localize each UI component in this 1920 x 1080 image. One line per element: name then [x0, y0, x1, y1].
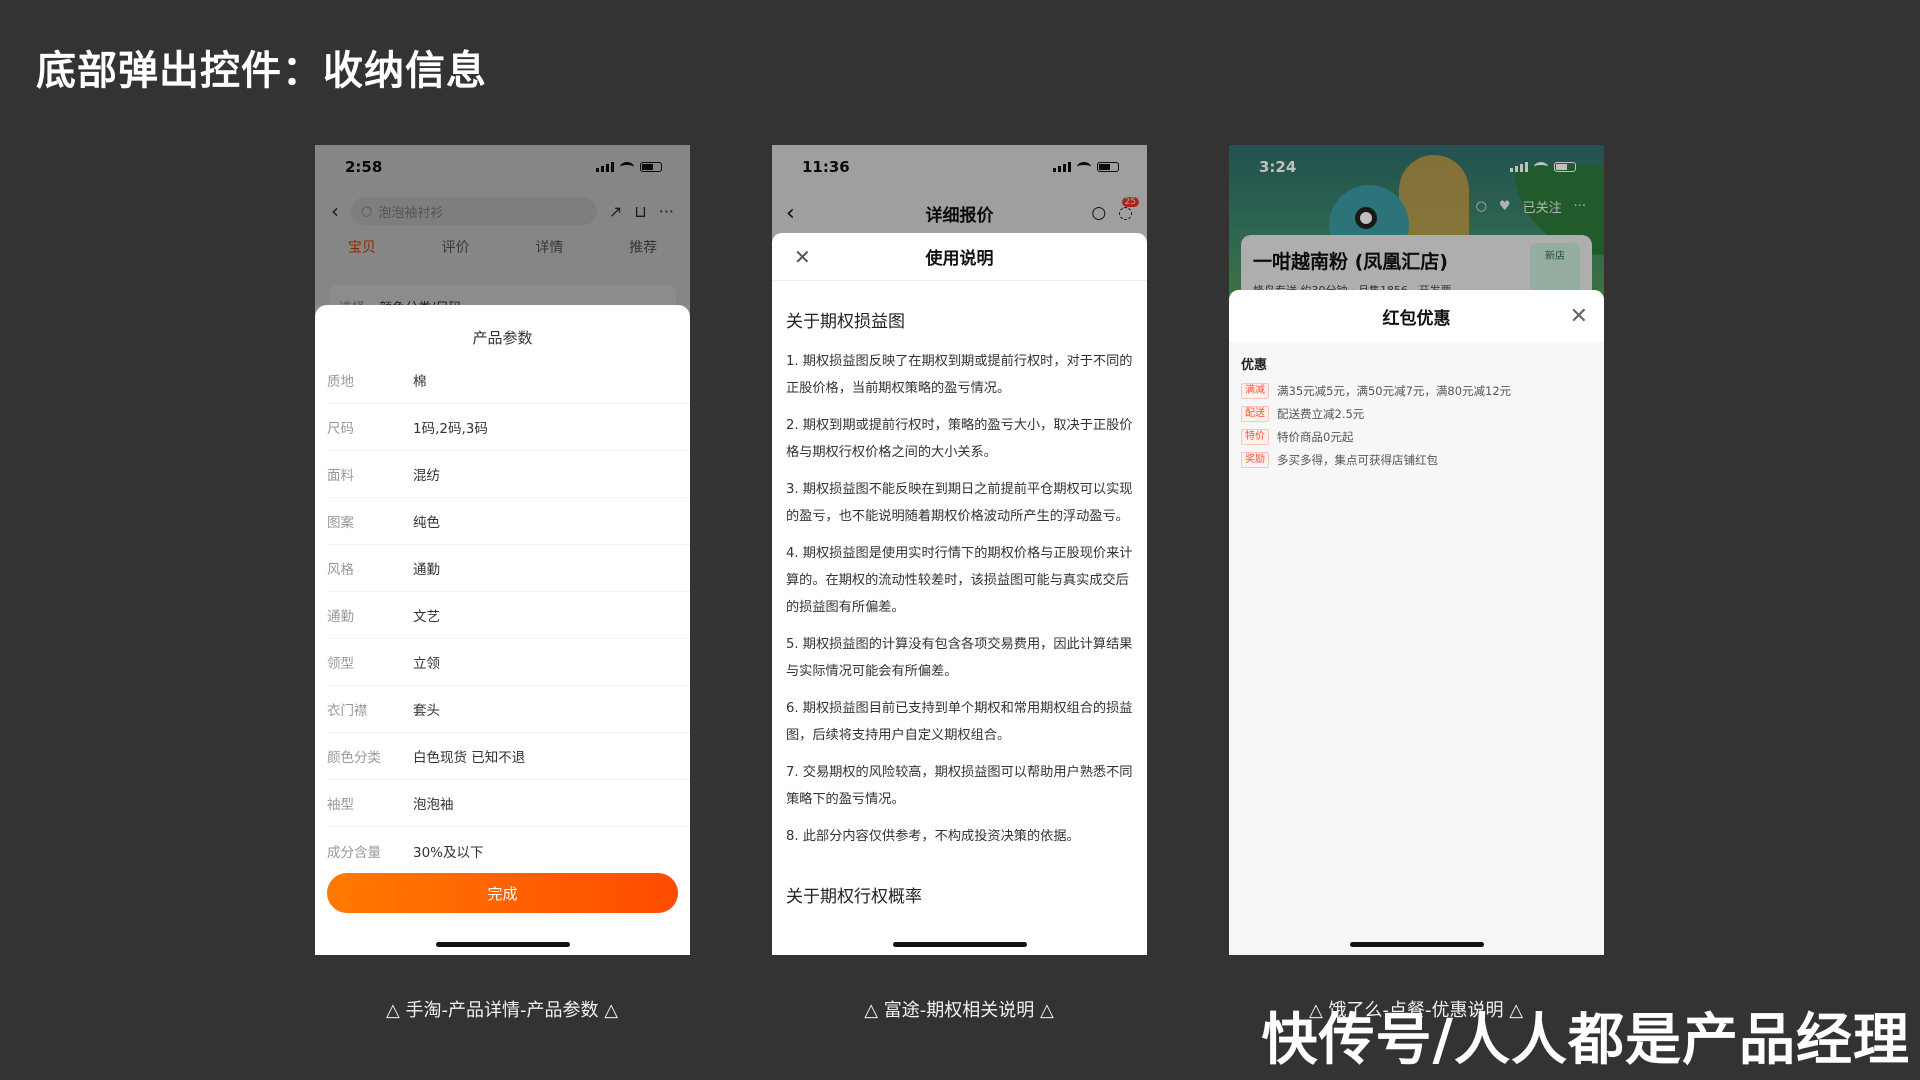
promo-text: 满35元减5元，满50元减7元，满80元减12元 [1277, 383, 1512, 398]
param-value: 棉 [413, 374, 427, 390]
slide-title: 底部弹出控件：收纳信息 [36, 48, 487, 94]
caption-taobao: △ 手淘-产品详情-产品参数 △ [385, 1000, 619, 1021]
section-title-2: 关于期权行权概率 [786, 887, 922, 907]
instruction-paragraph: 5. 期权损益图的计算没有包含各项交易费用，因此计算结果与实际情况可能会有所偏差… [786, 637, 1133, 679]
promo-tag: 奖励 [1241, 451, 1269, 468]
param-key: 衣门襟 [327, 703, 368, 719]
instruction-paragraph: 4. 期权损益图是使用实时行情下的期权价格与正股现价来计算的。在期权的流动性较差… [786, 546, 1133, 615]
phone-eleme-screenshot: 3:24 ○ ♥ 已关注 ··· 一咁越南粉 (凤凰汇店) 蜂鸟专送 约30分钟… [1229, 145, 1604, 955]
instruction-paragraph: 2. 期权到期或提前行权时，策略的盈亏大小，取决于正股价格与期权行权价格之间的大… [786, 418, 1133, 460]
section-title: 关于期权损益图 [786, 312, 905, 332]
param-row: 尺码 1码,2码,3码 [327, 404, 690, 451]
param-value: 通勤 [413, 562, 440, 578]
sheet-title: 使用说明 [925, 249, 994, 269]
promo-item: 奖励 多买多得，集点可获得店铺红包 [1229, 448, 1604, 471]
close-icon[interactable]: ✕ [1570, 304, 1588, 329]
param-row: 衣门襟 套头 [327, 686, 690, 733]
instruction-paragraph: 6. 期权损益图目前已支持到单个期权和常用期权组合的损益图，后续将支持用户自定义… [786, 701, 1133, 743]
sheet-title: 红包优惠 [1382, 308, 1451, 329]
param-key: 袖型 [327, 797, 354, 813]
param-key: 面料 [327, 468, 354, 484]
param-value: 白色现货 已知不退 [413, 750, 526, 766]
product-params-sheet: 产品参数 质地棉 尺码 1码,2码,3码 面料 混纺 图案 纯色 风格 通勤 通勤 文艺 … [315, 305, 690, 955]
promo-text: 多买多得，集点可获得店铺红包 [1277, 452, 1438, 467]
param-value: 文艺 [413, 609, 440, 625]
param-key: 风格 [327, 562, 354, 578]
param-key: 通勤 [327, 609, 354, 625]
param-row: 图案 纯色 [327, 498, 690, 545]
param-key: 颜色分类 [327, 750, 381, 766]
promo-tag: 特价 [1241, 428, 1269, 445]
instruction-paragraph: 8. 此部分内容仅供参考，不构成投资决策的依据。 [786, 829, 1080, 844]
instruction-paragraph: 7. 交易期权的风险较高，期权损益图可以帮助用户熟悉不同策略下的盈亏情况。 [786, 765, 1133, 807]
home-indicator [892, 942, 1027, 947]
param-key: 尺码 [327, 421, 354, 437]
param-row: 质地 棉 [327, 357, 690, 404]
param-row: 通勤 文艺 [327, 592, 690, 639]
caption-futu: △ 富途-期权相关说明 △ [864, 1000, 1054, 1021]
sheet-title: 产品参数 [472, 329, 533, 347]
param-value: 混纺 [413, 468, 440, 484]
params-list: 质地棉 尺码 1码,2码,3码 面料 混纺 图案 纯色 风格 通勤 通勤 文艺 领型 立领 … [315, 357, 690, 874]
param-key: 图案 [327, 515, 354, 531]
coupon-sheet: 红包优惠 ✕ 优惠 满减 满35元减5元，满50元减7元，满80元减12元 配送配… [1229, 290, 1604, 955]
home-indicator [435, 942, 570, 947]
param-key: 质地 [327, 374, 354, 390]
home-indicator [1349, 942, 1484, 947]
param-value: 套头 [413, 703, 440, 719]
promo-text: 特价商品0元起 [1277, 429, 1354, 444]
param-row: 风格 通勤 [327, 545, 690, 592]
sheet-header: ✕ 使用说明 [772, 233, 1147, 281]
param-row: 颜色分类 白色现货 已知不退 [327, 733, 690, 780]
param-value: 30%及以下 [413, 844, 484, 861]
param-key: 领型 [327, 656, 354, 672]
param-row: 领型 立领 [327, 639, 690, 686]
param-row: 面料 混纺 [327, 451, 690, 498]
watermark: 快传号/人人都是产品经理 [1261, 1008, 1910, 1073]
param-row: 袖型 泡泡袖 [327, 780, 690, 827]
phone-taobao-screenshot: 2:58 ‹ ○ 泡泡袖衬衫 ↗ ⊔ ··· 宝贝 评价 详情 推荐 选择 颜色… [315, 145, 690, 955]
promo-heading: 优惠 [1241, 358, 1268, 373]
param-row: 成分含量 30%及以下 [327, 827, 690, 874]
usage-instructions-sheet: ✕ 使用说明 关于期权损益图 1. 期权损益图反映了在期权到期或提前行权时，对于… [772, 233, 1147, 955]
promo-item: 特价 特价商品0元起 [1229, 425, 1604, 448]
promo-text: 配送费立减2.5元 [1277, 406, 1365, 421]
promo-tag: 配送 [1241, 405, 1269, 422]
phone-futu-screenshot: 11:36 ‹ 详细报价 ○ ◌ 25 ✕ 使用说明 关于期权损益图 1. 期权损… [772, 145, 1147, 955]
param-value: 1码,2码,3码 [413, 421, 488, 437]
promo-item: 满减 满35元减5元，满50元减7元，满80元减12元 [1229, 379, 1604, 402]
param-value: 立领 [413, 656, 440, 672]
promo-item: 配送 配送费立减2.5元 [1229, 402, 1604, 425]
param-value: 纯色 [413, 515, 440, 531]
done-button[interactable]: 完成 [327, 873, 678, 913]
promo-tag: 满减 [1241, 382, 1269, 399]
param-key: 成分含量 [327, 844, 381, 861]
param-value: 泡泡袖 [413, 797, 454, 813]
close-icon[interactable]: ✕ [794, 245, 811, 269]
sheet-header: 红包优惠 ✕ [1229, 290, 1604, 342]
instruction-paragraph: 3. 期权损益图不能反映在到期日之前提前平仓期权可以实现的盈亏，也不能说明随着期… [786, 482, 1133, 524]
modal-overlay[interactable] [772, 145, 1147, 245]
instruction-paragraph: 1. 期权损益图反映了在期权到期或提前行权时，对于不同的正股价格，当前期权策略的… [786, 354, 1133, 396]
